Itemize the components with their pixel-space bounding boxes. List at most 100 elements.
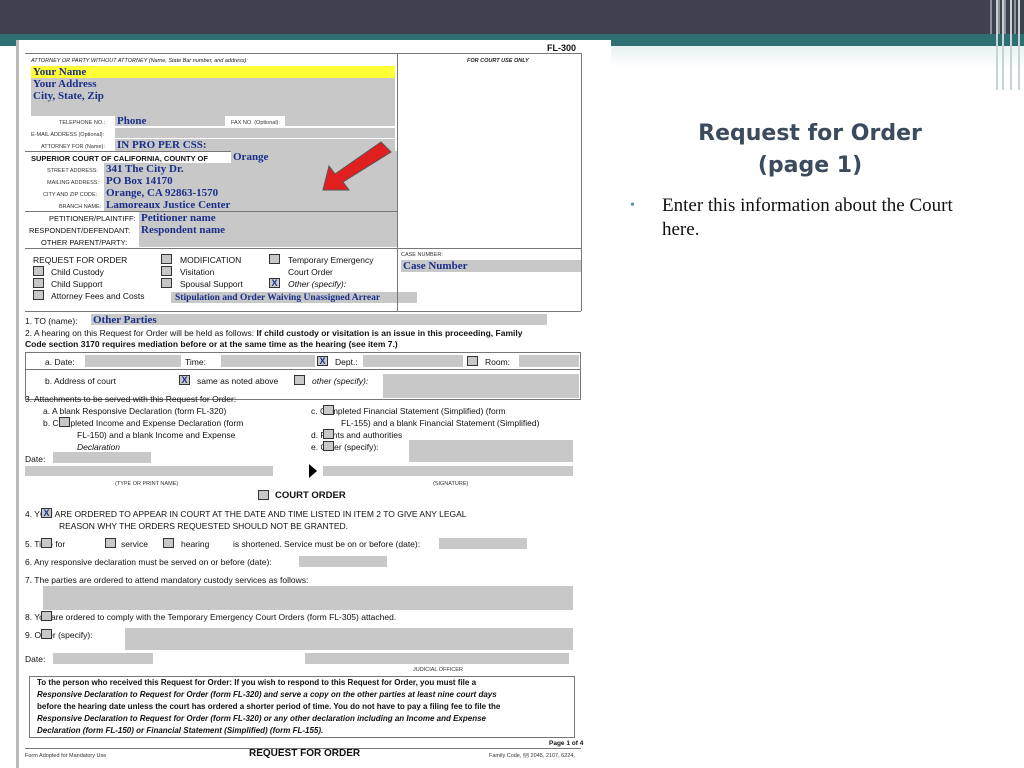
rule [25, 53, 581, 54]
title-bar [0, 0, 1024, 34]
footer-title: REQUEST FOR ORDER [249, 748, 361, 759]
item6-label: 6. Any responsive declaration must be se… [25, 557, 272, 567]
item5-hearing-checkbox [163, 538, 174, 548]
item3b-line2: FL-150) and a blank Income and Expense [77, 430, 236, 440]
item9-fill [125, 628, 573, 650]
telephone-label: TELEPHONE NO.: [59, 120, 106, 126]
email-fill [115, 128, 395, 138]
cityzip-value: Orange, CA 92863-1570 [106, 187, 219, 199]
bullet-text: Enter this information about the Court h… [662, 195, 953, 240]
child-custody-checkbox [33, 266, 44, 276]
item8-label: 8. You are ordered to comply with the Te… [25, 612, 397, 622]
sign-arrow-icon [309, 464, 317, 478]
other-parent-label: OTHER PARENT/PARTY: [41, 238, 128, 247]
signature-fill [323, 466, 573, 476]
notice-line4: Responsive Declaration to Request for Or… [37, 714, 486, 723]
street-label: STREET ADDRESS: [47, 168, 98, 174]
item3e-label: e. Other (specify): [311, 442, 379, 452]
item8-checkbox [41, 611, 52, 621]
item5-date-fill [439, 538, 527, 549]
rule [25, 311, 581, 312]
item3d-checkbox [323, 429, 334, 439]
item2-text-a: 2. A hearing on this Request for Order w… [25, 328, 255, 338]
item7-label: 7. The parties are ordered to attend man… [25, 575, 309, 585]
room-checkbox [467, 356, 478, 366]
item9-checkbox [41, 629, 52, 639]
slide-title: Request for Order (page 1) [650, 118, 970, 182]
dept-label: Dept.: [335, 357, 358, 367]
item3c-line2: FL-155) and a blank Financial Statement … [341, 418, 540, 428]
date-short-label: Date: [25, 454, 46, 464]
your-address-value: Your Address [33, 78, 97, 90]
judicial-officer-caption: JUDICIAL OFFICER [413, 667, 463, 673]
judicial-signature-fill [305, 653, 569, 664]
court-order-heading: COURT ORDER [275, 490, 346, 501]
slide-title-line2: (page 1) [757, 153, 863, 178]
accent-gradient [606, 46, 1024, 68]
other-checkbox: X [269, 278, 280, 288]
item3c-checkbox [323, 405, 334, 415]
notice-line2: Responsive Declaration to Request for Or… [37, 690, 497, 699]
right-decoration [992, 0, 1024, 90]
child-support-checkbox [33, 278, 44, 288]
date-short-fill [53, 452, 151, 463]
child-support-label: Child Support [51, 279, 103, 289]
rule [581, 53, 582, 311]
notice-line1: To the person who received this Request … [37, 678, 477, 687]
rule [397, 248, 398, 311]
date-fill [85, 355, 181, 367]
visitation-label: Visitation [180, 267, 215, 277]
item3b-line1: b. Completed Income and Expense Declarat… [43, 418, 244, 428]
other-parent-fill [139, 236, 397, 247]
other-specify-value: Stipulation and Order Waiving Unassigned… [175, 293, 381, 303]
item9-label: 9. Other (specify): [25, 630, 93, 640]
item2-line1: 2. A hearing on this Request for Order w… [25, 328, 522, 338]
cityzip-label: CITY AND ZIP CODE: [43, 192, 98, 198]
item4-checkbox: X [41, 508, 52, 518]
fax-label: FAX NO. (Optional): [231, 120, 280, 126]
case-number-label: CASE NUMBER: [401, 252, 443, 258]
item5-hearing-label: hearing [181, 539, 210, 549]
spousal-support-checkbox [161, 278, 172, 288]
item2-line2: Code section 3170 requires mediation bef… [25, 339, 398, 349]
item5-service-label: service [121, 539, 148, 549]
item3e-fill [409, 440, 573, 462]
respondent-label: RESPONDENT/DEFENDANT: [29, 226, 131, 235]
order-date-label: Date: [25, 654, 46, 664]
court-order-label: Court Order [288, 267, 333, 277]
mailing-label: MAILING ADDRESS: [47, 180, 99, 186]
item1-fill [91, 314, 547, 325]
case-number-value: Case Number [403, 260, 468, 272]
item5-service-checkbox [105, 538, 116, 548]
item3c-line1: c. Completed Financial Statement (Simpli… [311, 406, 506, 416]
notice-line3: before the hearing date unless the court… [37, 702, 501, 711]
item3-label: 3. Attachments to be served with this Re… [25, 394, 237, 404]
court-use-label: FOR COURT USE ONLY [467, 58, 529, 64]
slide-title-line1: Request for Order [698, 121, 922, 146]
visitation-checkbox [161, 266, 172, 276]
email-label: E-MAIL ADDRESS (Optional): [31, 132, 105, 138]
date-label: a. Date: [45, 357, 75, 367]
superior-court-label: SUPERIOR COURT OF CALIFORNIA, COUNTY OF [31, 154, 208, 163]
your-name-value: Your Name [33, 66, 87, 78]
dept-fill [363, 355, 463, 367]
attorney-header: ATTORNEY OR PARTY WITHOUT ATTORNEY (Name… [31, 58, 248, 64]
type-print-caption: (TYPE OR PRINT NAME) [115, 481, 179, 487]
item6-date-fill [299, 556, 387, 567]
item2-text-b: If child custody or visitation is an iss… [256, 328, 523, 338]
footer-right: Family Code, §§ 2045, 2107, 6224, [489, 753, 575, 759]
petitioner-value: Petitioner name [141, 212, 216, 224]
dept-checkbox: X [317, 356, 328, 366]
item1-value: Other Parties [93, 314, 157, 326]
temp-emergency-label: Temporary Emergency [288, 255, 374, 265]
item4-line2: REASON WHY THE ORDERS REQUESTED SHOULD N… [59, 521, 349, 531]
modification-label: MODIFICATION [180, 255, 242, 265]
attorney-for-value: IN PRO PER CSS: [117, 139, 207, 151]
phone-value: Phone [117, 115, 147, 127]
branch-value: Lamoreaux Justice Center [106, 199, 231, 211]
item3a-label: a. A blank Responsive Declaration (form … [43, 406, 227, 416]
item7-fill [43, 586, 573, 610]
branch-label: BRANCH NAME: [59, 204, 102, 210]
signature-caption: (SIGNATURE) [433, 481, 469, 487]
modification-checkbox [161, 254, 172, 264]
